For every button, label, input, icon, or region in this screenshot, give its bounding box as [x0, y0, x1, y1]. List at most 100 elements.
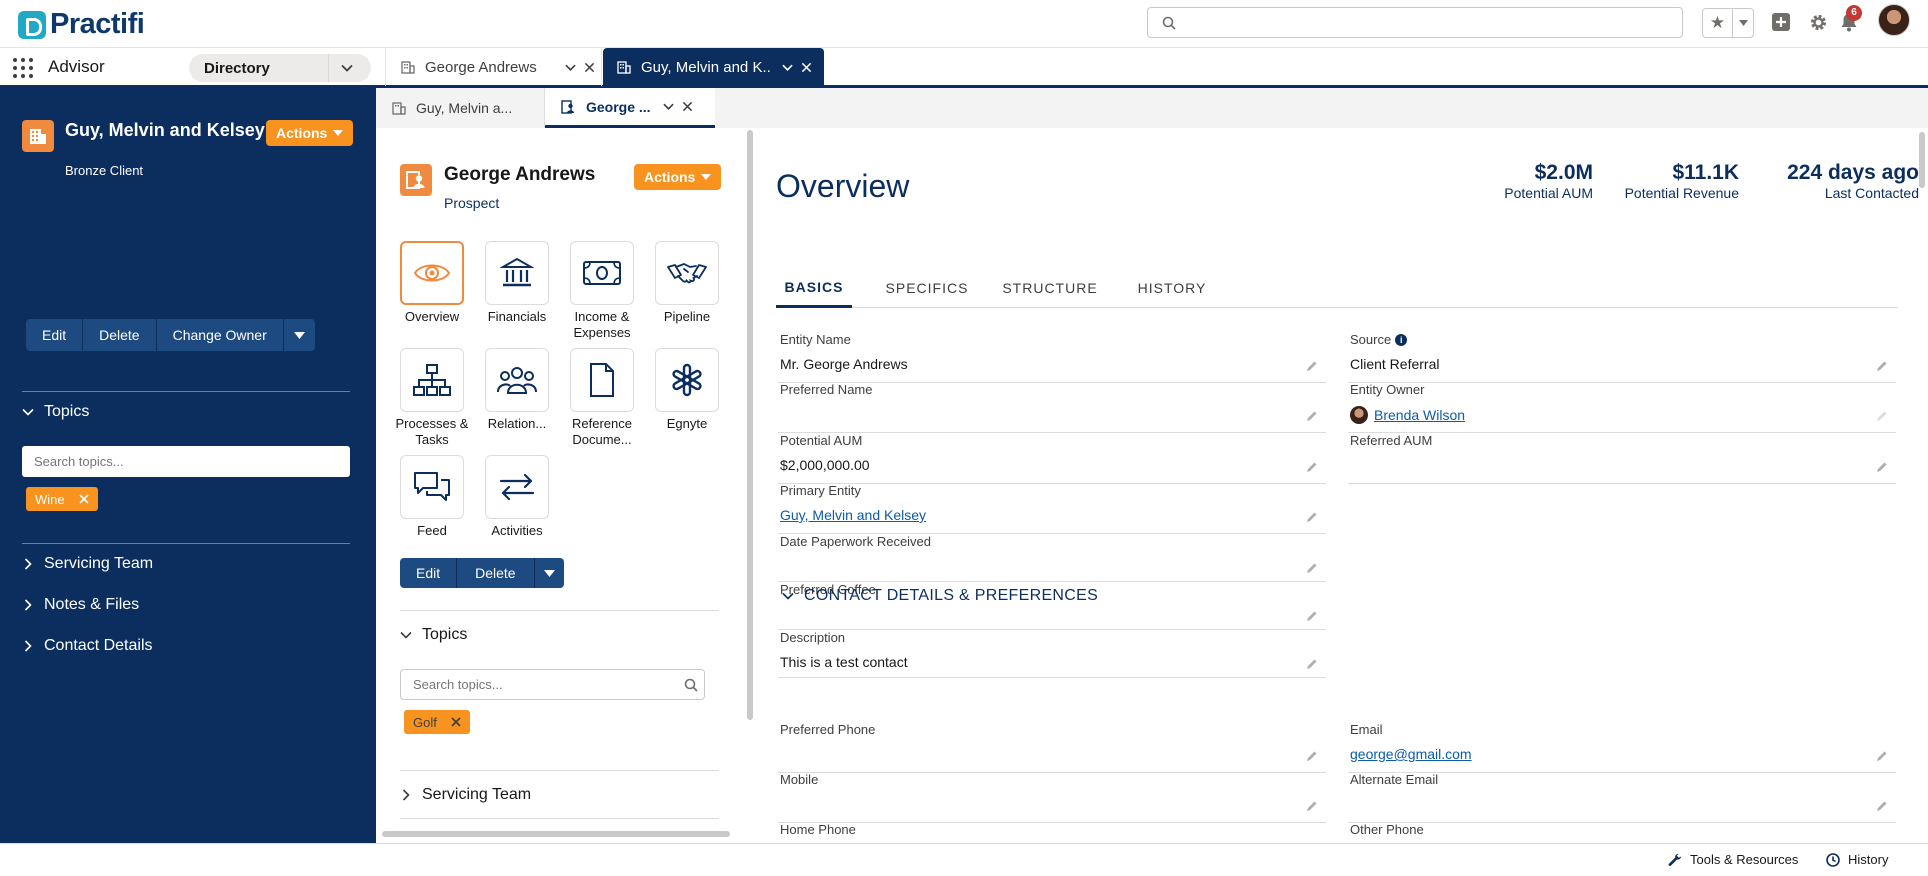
topic-pill-golf[interactable]: Golf	[404, 710, 470, 734]
middle-panel-scrollbar[interactable]	[747, 130, 753, 720]
object-nav-select[interactable]: Directory	[189, 54, 371, 82]
actions-button[interactable]: Actions	[266, 120, 354, 146]
tab-history[interactable]: HISTORY	[1131, 268, 1213, 308]
subtab-george[interactable]: George ...	[545, 88, 715, 128]
field-preferred-phone[interactable]: Preferred Phone	[778, 722, 1326, 773]
tab-menu-chevron-icon[interactable]	[782, 62, 793, 73]
tile-processes-tasks[interactable]	[400, 348, 464, 412]
topics-search-field[interactable]	[401, 670, 704, 699]
search-icon[interactable]	[684, 678, 698, 692]
tab-menu-chevron-icon[interactable]	[662, 101, 674, 112]
tile-pipeline[interactable]	[655, 241, 719, 305]
field-primary-entity[interactable]: Primary Entity Guy, Melvin and Kelsey	[778, 483, 1326, 534]
app-launcher-icon[interactable]	[13, 58, 33, 78]
pencil-edit-icon[interactable]	[1306, 511, 1318, 523]
tile-financials[interactable]	[485, 241, 549, 305]
pencil-edit-icon[interactable]	[1306, 658, 1318, 670]
field-home-phone[interactable]: Home Phone	[778, 822, 1326, 843]
close-tab-icon[interactable]	[584, 62, 595, 73]
servicing-team-section-toggle[interactable]: Servicing Team	[400, 786, 531, 804]
workspace-tab-george-andrews[interactable]: George Andrews	[385, 48, 602, 86]
info-icon[interactable]: i	[1395, 333, 1408, 346]
field-entity-owner[interactable]: Entity Owner Brenda Wilson	[1348, 382, 1896, 433]
favorites-dropdown-icon[interactable]	[1733, 9, 1753, 37]
change-owner-icon[interactable]	[1876, 410, 1888, 422]
pencil-edit-icon[interactable]	[1306, 562, 1318, 574]
field-other-phone[interactable]: Other Phone	[1348, 822, 1896, 843]
tile-overview[interactable]	[400, 241, 464, 305]
notes-files-section-toggle[interactable]: Notes & Files	[22, 596, 139, 614]
field-potential-aum[interactable]: Potential AUM $2,000,000.00	[778, 433, 1326, 484]
topics-search-input[interactable]	[22, 446, 350, 477]
field-description[interactable]: Description This is a test contact	[778, 630, 1326, 678]
global-add-icon[interactable]	[1771, 12, 1791, 32]
email-link[interactable]: george@gmail.com	[1350, 746, 1472, 762]
tile-reference-documents[interactable]	[570, 348, 634, 412]
topics-search-input[interactable]	[400, 669, 705, 700]
tab-menu-chevron-icon[interactable]	[565, 62, 576, 73]
pencil-edit-icon[interactable]	[1876, 360, 1888, 372]
entity-owner-link[interactable]: Brenda Wilson	[1374, 407, 1465, 423]
field-referred-aum[interactable]: Referred AUM	[1348, 433, 1896, 484]
field-alternate-email[interactable]: Alternate Email	[1348, 772, 1896, 823]
hierarchy-icon	[413, 364, 451, 396]
close-subtab-icon[interactable]	[682, 101, 693, 112]
record-actions-button[interactable]: Actions	[634, 164, 722, 190]
setup-gear-icon[interactable]	[1809, 13, 1828, 32]
field-entity-name[interactable]: Entity Name Mr. George Andrews	[778, 332, 1326, 383]
user-avatar[interactable]	[1878, 4, 1910, 36]
history-button[interactable]: History	[1826, 852, 1888, 867]
field-email[interactable]: Email george@gmail.com	[1348, 722, 1896, 773]
field-preferred-name[interactable]: Preferred Name	[778, 382, 1326, 433]
topics-section-toggle[interactable]: Topics	[22, 403, 89, 421]
field-source[interactable]: Source i Client Referral	[1348, 332, 1896, 383]
contact-details-section-toggle[interactable]: CONTACT DETAILS & PREFERENCES	[782, 587, 1098, 605]
tile-income-expenses[interactable]	[570, 241, 634, 305]
tab-basics[interactable]: BASICS	[776, 268, 852, 308]
edit-button[interactable]: Edit	[26, 319, 84, 351]
subtab-guy-melvin[interactable]: Guy, Melvin a...	[376, 88, 545, 128]
tab-structure[interactable]: STRUCTURE	[1000, 268, 1100, 308]
pencil-edit-icon[interactable]	[1306, 800, 1318, 812]
tools-resources-button[interactable]: Tools & Resources	[1668, 852, 1798, 867]
pencil-edit-icon[interactable]	[1876, 800, 1888, 812]
tile-activities[interactable]	[485, 455, 549, 519]
topics-search-field[interactable]	[22, 446, 350, 477]
pencil-edit-icon[interactable]	[1306, 410, 1318, 422]
pencil-edit-icon[interactable]	[1306, 360, 1318, 372]
change-owner-button[interactable]: Change Owner	[156, 319, 284, 351]
pencil-edit-icon[interactable]	[1876, 750, 1888, 762]
topics-section-toggle[interactable]: Topics	[400, 626, 467, 644]
pencil-edit-icon[interactable]	[1306, 461, 1318, 473]
more-actions-button[interactable]	[283, 319, 315, 351]
contact-details-section-toggle[interactable]: Contact Details	[22, 637, 153, 655]
pencil-edit-icon[interactable]	[1306, 610, 1318, 622]
primary-entity-link[interactable]: Guy, Melvin and Kelsey	[780, 507, 926, 523]
more-actions-button[interactable]	[534, 558, 564, 588]
chevron-down-icon[interactable]	[341, 62, 353, 74]
favorites-star-icon[interactable]: ★	[1703, 9, 1733, 37]
edit-button[interactable]: Edit	[400, 558, 458, 588]
field-mobile[interactable]: Mobile	[778, 772, 1326, 823]
navigation-bar: Advisor Directory George Andrews Guy, Me…	[0, 48, 1928, 88]
tile-egnyte[interactable]	[655, 348, 719, 412]
delete-button[interactable]: Delete	[83, 319, 157, 351]
servicing-team-section-toggle[interactable]: Servicing Team	[22, 555, 153, 573]
tab-specifics[interactable]: SPECIFICS	[882, 268, 972, 308]
topic-pill-wine[interactable]: Wine	[26, 487, 98, 511]
detail-panel-scrollbar[interactable]	[1919, 132, 1925, 188]
caret-down-icon	[701, 174, 712, 180]
close-tab-icon[interactable]	[801, 62, 812, 73]
delete-button[interactable]: Delete	[457, 558, 535, 588]
remove-topic-icon[interactable]	[451, 717, 461, 727]
tile-relationships[interactable]	[485, 348, 549, 412]
pencil-edit-icon[interactable]	[1306, 750, 1318, 762]
global-search-input[interactable]	[1147, 7, 1683, 38]
practifi-logo[interactable]: Practifi	[18, 8, 145, 41]
pencil-edit-icon[interactable]	[1876, 461, 1888, 473]
middle-panel-horizontal-scrollbar[interactable]	[382, 831, 730, 837]
tile-feed[interactable]	[400, 455, 464, 519]
workspace-tab-guy-melvin-kelsey[interactable]: Guy, Melvin and K...	[603, 48, 824, 86]
remove-topic-icon[interactable]	[79, 494, 89, 504]
field-date-paperwork-received[interactable]: Date Paperwork Received	[778, 534, 1326, 582]
